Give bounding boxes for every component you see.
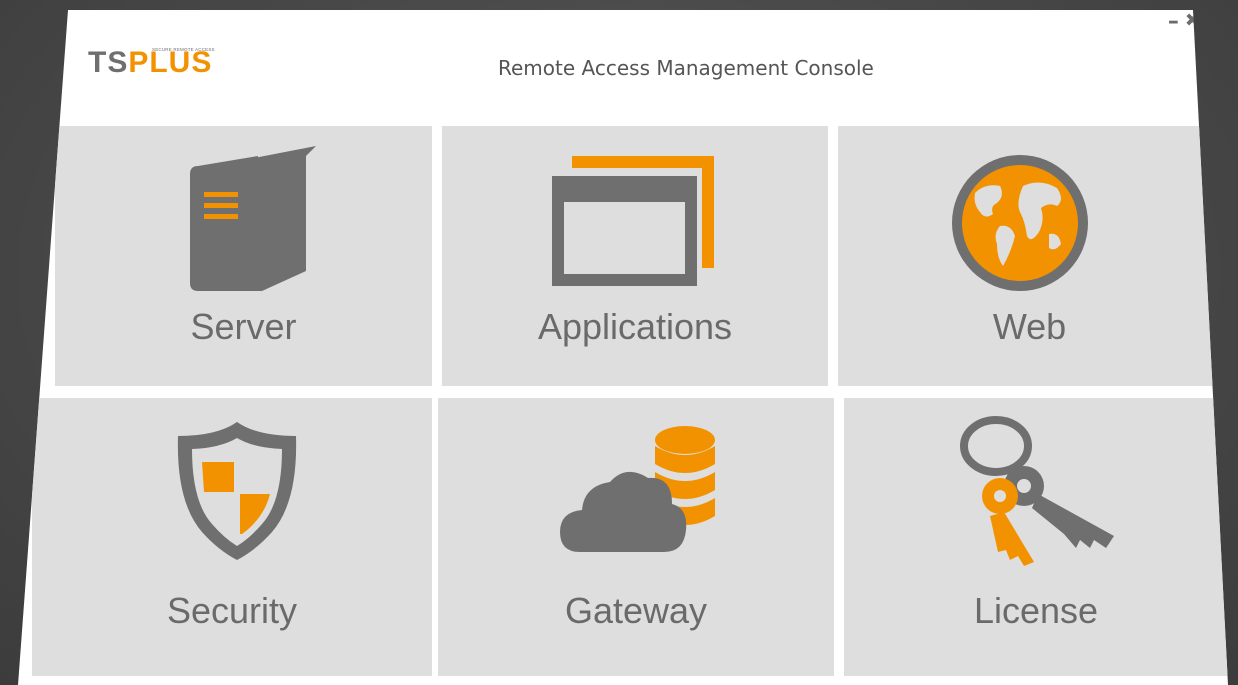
cloud-database-icon xyxy=(560,426,715,552)
tile-gateway[interactable]: Gateway xyxy=(438,398,834,676)
applications-icon xyxy=(552,156,714,286)
tile-license[interactable]: License xyxy=(844,398,1228,676)
window-title: Remote Access Management Console xyxy=(498,56,874,80)
logo-ts-text: TS xyxy=(88,46,129,79)
tile-label: Gateway xyxy=(564,590,708,631)
tile-web[interactable]: Web xyxy=(838,126,1221,386)
server-icon xyxy=(190,146,316,291)
minimize-button[interactable]: – xyxy=(1168,11,1179,33)
shield-icon xyxy=(177,422,297,560)
globe-icon xyxy=(952,155,1088,291)
tile-label: Applications xyxy=(537,306,733,347)
tsplus-logo: TSPLUS SECURE REMOTE ACCESS xyxy=(88,46,215,79)
keys-icon xyxy=(960,416,1114,566)
tile-applications[interactable]: Applications xyxy=(442,126,828,386)
tile-label: License xyxy=(973,590,1099,631)
console-window: – ✖ TSPLUS SECURE REMOTE ACCESS Remote A… xyxy=(18,10,1228,685)
tile-label: Web xyxy=(992,306,1067,347)
tile-server[interactable]: Server xyxy=(55,126,432,386)
tile-label: Server xyxy=(190,306,297,347)
tile-security[interactable]: Security xyxy=(32,398,432,676)
tile-label: Security xyxy=(166,590,298,631)
logo-tagline: SECURE REMOTE ACCESS xyxy=(152,47,215,52)
